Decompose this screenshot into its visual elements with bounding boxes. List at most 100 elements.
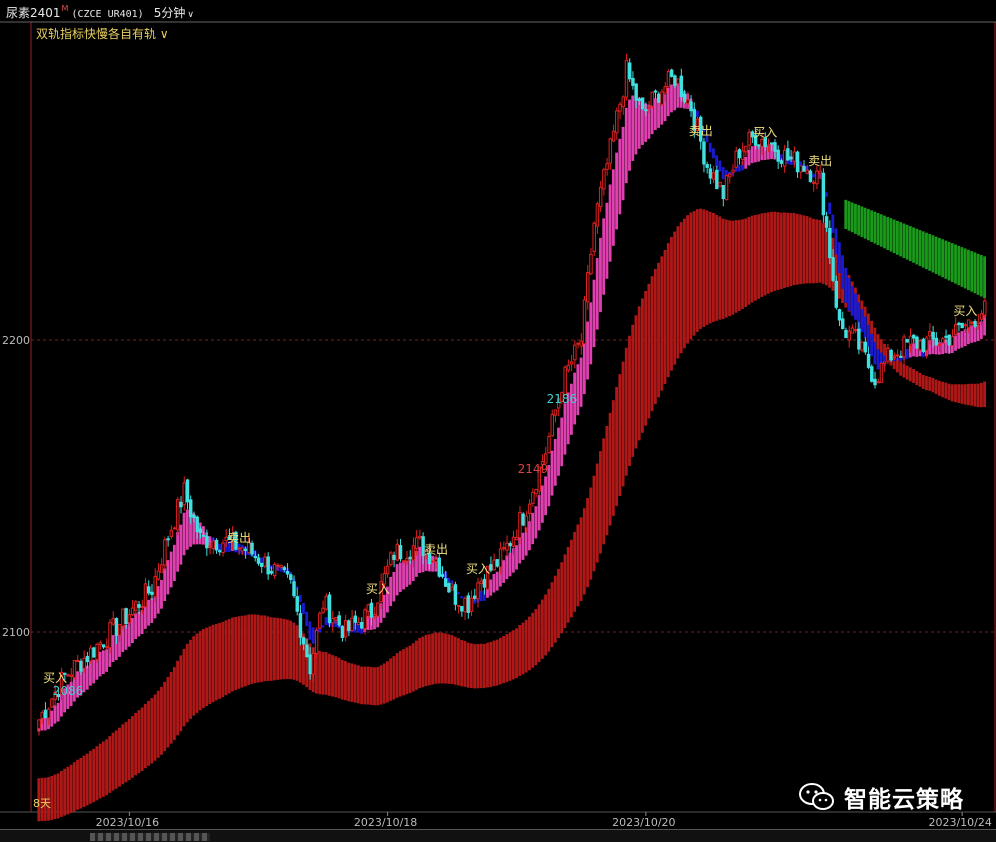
slow-band-bar: [863, 207, 867, 239]
slow-band-bar: [98, 743, 102, 799]
slow-band-bar: [427, 634, 431, 686]
candle-body: [779, 160, 784, 164]
slow-band-bar: [873, 211, 877, 244]
candle-body: [282, 567, 287, 570]
slow-band-bar: [915, 371, 919, 386]
candlestick-chart[interactable]: 2100 2200 2023/10/16 2023/10/18 2023/10/20 20…: [0, 0, 996, 829]
slow-band-bar: [876, 334, 880, 351]
candle-body: [983, 300, 987, 316]
slow-band-bar: [243, 615, 247, 687]
fast-band-bar: [395, 564, 399, 596]
slow-band-bar: [657, 262, 660, 398]
slow-band-bar: [566, 546, 570, 623]
fast-band-bar: [156, 586, 160, 614]
slow-band-bar: [595, 463, 599, 563]
slow-band-bar: [59, 770, 63, 817]
trade-signal-label: 买入: [466, 562, 490, 576]
fast-band-bar: [392, 571, 396, 602]
candle-body: [973, 320, 977, 327]
slow-band-bar: [260, 615, 263, 683]
candle-body: [121, 608, 125, 627]
fast-band-bar: [176, 531, 180, 572]
slow-band-bar: [944, 382, 948, 399]
fast-band-bar: [708, 142, 712, 153]
slow-band-bar: [773, 211, 777, 291]
candle-body: [418, 535, 422, 539]
candle-body: [592, 222, 596, 252]
slow-band-bar: [673, 231, 677, 365]
bottom-tab-strip[interactable]: [90, 833, 210, 841]
slow-band-bar: [718, 216, 722, 320]
fast-band-bar: [621, 126, 625, 201]
slow-band-bar: [208, 626, 212, 705]
candle-body: [924, 337, 929, 351]
candle-body: [511, 536, 516, 547]
candle-body: [963, 324, 968, 327]
indicator-name: 双轨指标快慢各自有轨: [36, 27, 157, 41]
candle-body: [669, 69, 674, 77]
candle-body: [950, 336, 955, 346]
candle-body: [130, 607, 135, 616]
candle-body: [353, 615, 358, 623]
fast-band-bar: [860, 309, 864, 333]
slow-band-bar: [925, 232, 928, 270]
fast-band-bar: [983, 315, 986, 336]
slow-band-bar: [682, 218, 686, 349]
fast-band-bar: [553, 439, 557, 486]
fast-band-bar: [666, 87, 670, 117]
candle-body: [760, 138, 764, 147]
slow-band-bar: [182, 648, 186, 727]
trade-signal-label: 买入: [753, 126, 777, 140]
candle-body: [76, 659, 80, 662]
candle-body: [937, 343, 942, 346]
candle-body: [321, 607, 325, 613]
slow-band-bar: [970, 251, 974, 292]
fast-band-bar: [505, 555, 509, 580]
fast-band-bar: [508, 552, 512, 577]
slow-band-bar: [799, 214, 802, 285]
candle-body: [808, 170, 813, 183]
candle-body: [521, 513, 525, 526]
slow-band-bar: [776, 212, 780, 290]
slow-band-bar: [983, 256, 986, 299]
fast-band-bar: [831, 214, 835, 234]
slow-band-bar: [763, 212, 767, 296]
candle-body: [547, 436, 551, 454]
slow-band-bar: [563, 554, 567, 628]
candle-body: [182, 482, 186, 506]
slow-band-bar: [79, 758, 83, 809]
slow-band-bar: [124, 721, 128, 783]
candle-body: [117, 624, 122, 636]
candle-body: [205, 535, 209, 549]
y-tick-label: 2100: [2, 626, 30, 639]
slow-band-bar: [692, 211, 696, 336]
fast-band-bar: [905, 349, 909, 359]
candle-body: [253, 555, 257, 558]
slow-band-bar: [189, 639, 192, 719]
candle-body: [531, 491, 535, 504]
slow-band-bar: [918, 230, 922, 266]
candle-body: [46, 708, 51, 719]
slow-band-bar: [89, 750, 92, 804]
candle-body: [311, 652, 316, 675]
slow-band-bar: [728, 220, 731, 317]
candle-body: [259, 562, 264, 567]
fast-band-bar: [595, 258, 599, 330]
indicator-selector[interactable]: 双轨指标快慢各自有轨 ∨: [36, 25, 169, 42]
trade-signal-label: 买入: [43, 671, 67, 685]
slow-band-bar: [515, 628, 518, 679]
bottom-tab-bar[interactable]: [0, 829, 996, 842]
fast-band-bar: [670, 84, 673, 113]
slow-band-bar: [453, 636, 457, 685]
candle-body: [876, 381, 880, 384]
candle-body: [660, 91, 664, 105]
candle-body: [708, 168, 713, 179]
fast-band-bar: [302, 602, 305, 614]
fast-band-bar: [489, 579, 493, 596]
slow-band-bar: [902, 223, 906, 258]
slow-band-bar: [105, 739, 108, 796]
candle-body: [88, 647, 93, 662]
fast-band-bar: [166, 560, 170, 595]
slow-band-bar: [550, 582, 554, 648]
candle-body: [214, 539, 219, 551]
